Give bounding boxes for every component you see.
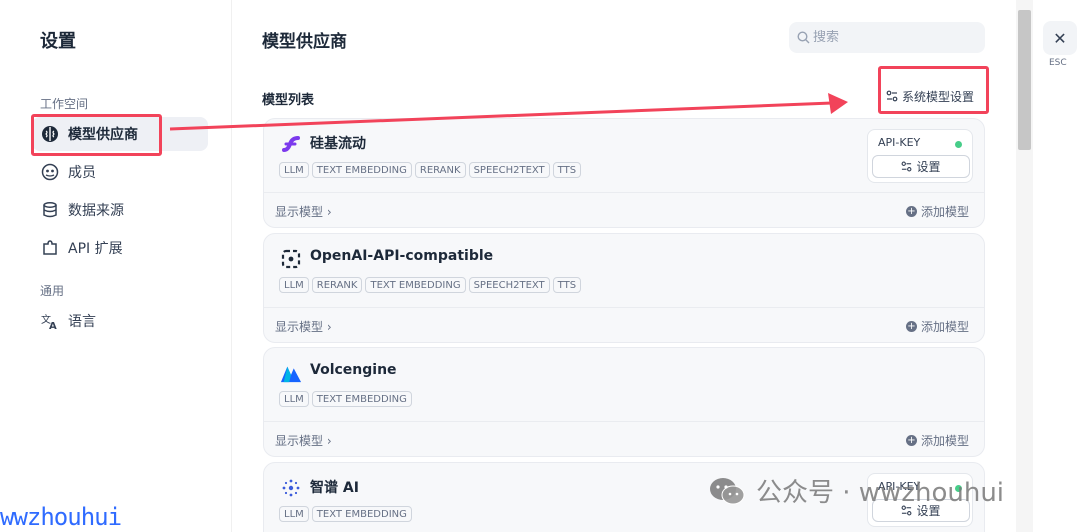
sidebar-item-model-provider[interactable]: 模型供应商 [32, 117, 208, 151]
watermark-right-text: 公众号 · wwzhouhui [756, 478, 1005, 508]
sidebar-item-label: 成员 [68, 165, 96, 181]
puzzle-icon [40, 238, 60, 258]
members-icon [40, 162, 60, 182]
search-box[interactable] [789, 22, 985, 53]
tag: RERANK [311, 277, 363, 293]
zhipu-logo-icon [280, 477, 302, 499]
sliders-icon [901, 161, 912, 172]
show-models-label: 显示模型 [275, 320, 324, 334]
show-models-label: 显示模型 [275, 205, 324, 219]
tag: LLM [279, 162, 309, 178]
system-model-settings-label: 系统模型设置 [902, 89, 975, 104]
chevron-right-icon: › [326, 205, 332, 219]
plus-circle-icon: + [905, 321, 917, 332]
siliconflow-logo-icon [280, 133, 302, 155]
capability-tags: LLM TEXT EMBEDDING [279, 506, 412, 522]
sidebar-item-label: 模型供应商 [68, 127, 138, 143]
tag: RERANK [414, 162, 466, 178]
watermark-right: 公众号 · wwzhouhui [708, 472, 1004, 509]
add-model-button[interactable]: + 添加模型 [905, 318, 969, 335]
sidebar-item-data-source[interactable]: 数据来源 [32, 193, 208, 227]
system-model-settings-button[interactable]: 系统模型设置 [886, 86, 974, 106]
database-icon [40, 200, 60, 220]
add-model-button[interactable]: + 添加模型 [905, 432, 969, 449]
capability-tags: LLM RERANK TEXT EMBEDDING SPEECH2TEXT TT… [279, 277, 582, 293]
tag: SPEECH2TEXT [468, 277, 550, 293]
sidebar-item-language[interactable]: 文A 语言 [32, 304, 208, 338]
sidebar-item-label: API 扩展 [68, 241, 123, 257]
add-model-label: 添加模型 [920, 205, 969, 219]
close-button[interactable]: ✕ [1043, 21, 1077, 55]
show-models-link[interactable]: 显示模型 › [275, 432, 332, 449]
sidebar: 设置 工作空间 模型供应商 成员 数据来源 API 扩展 通用 文 A 语言 [0, 0, 232, 532]
sidebar-group-general: 通用 [40, 284, 65, 298]
tag: LLM [279, 391, 309, 407]
provider-name: Volcengine [310, 362, 397, 378]
sliders-icon [886, 90, 898, 102]
settings-window: 设置 工作空间 模型供应商 成员 数据来源 API 扩展 通用 文 A 语言 模… [0, 0, 1080, 532]
wechat-icon [710, 477, 745, 504]
provider-card-openai-compatible: OpenAI-API-compatible LLM RERANK TEXT EM… [263, 233, 985, 343]
tag: TEXT EMBEDDING [311, 506, 412, 522]
sidebar-item-api-extension[interactable]: API 扩展 [32, 231, 208, 265]
chevron-right-icon: › [326, 434, 332, 448]
svg-text:A: A [49, 321, 57, 330]
capability-tags: LLM TEXT EMBEDDING [279, 391, 412, 407]
sidebar-item-label: 数据来源 [68, 203, 124, 219]
tag: TEXT EMBEDDING [311, 391, 412, 407]
provider-card-volcengine: Volcengine LLM TEXT EMBEDDING 显示模型 › + 添加… [263, 347, 985, 457]
scrollbar-thumb[interactable] [1018, 10, 1031, 150]
tag: TTS [552, 277, 582, 293]
close-icon: ✕ [1053, 28, 1067, 48]
provider-name: 智谱 AI [310, 480, 359, 496]
watermark-left: wwzhouhui [0, 503, 122, 531]
volcengine-logo-icon [280, 362, 302, 384]
settings-label: 设置 [916, 160, 941, 174]
api-key-label: API-KEY [878, 136, 921, 149]
sidebar-item-label: 语言 [68, 314, 96, 330]
tag: LLM [279, 277, 309, 293]
api-key-panel: API-KEY 设置 [867, 129, 973, 183]
show-models-link[interactable]: 显示模型 › [275, 203, 332, 220]
sidebar-group-workspace: 工作空间 [40, 97, 89, 111]
tag: SPEECH2TEXT [468, 162, 550, 178]
chevron-right-icon: › [326, 320, 332, 334]
provider-settings-button[interactable]: 设置 [872, 155, 970, 178]
esc-hint: ESC [1049, 58, 1067, 68]
show-models-link[interactable]: 显示模型 › [275, 318, 332, 335]
plus-circle-icon: + [905, 435, 917, 446]
tag: TEXT EMBEDDING [365, 277, 466, 293]
tag: TTS [552, 162, 582, 178]
provider-name: OpenAI-API-compatible [310, 248, 494, 264]
tag: LLM [279, 506, 309, 522]
section-title: 模型列表 [262, 93, 315, 108]
add-model-label: 添加模型 [920, 320, 969, 334]
show-models-label: 显示模型 [275, 434, 324, 448]
sidebar-item-members[interactable]: 成员 [32, 155, 208, 189]
add-model-button[interactable]: + 添加模型 [905, 203, 969, 220]
add-model-label: 添加模型 [920, 434, 969, 448]
search-icon [797, 31, 810, 44]
capability-tags: LLM TEXT EMBEDDING RERANK SPEECH2TEXT TT… [279, 162, 582, 178]
search-input[interactable] [813, 30, 973, 45]
tag: TEXT EMBEDDING [311, 162, 412, 178]
plus-circle-icon: + [905, 206, 917, 217]
translate-icon: 文A [40, 311, 60, 331]
sidebar-title: 设置 [40, 31, 76, 52]
page-title: 模型供应商 [262, 32, 347, 52]
provider-card-siliconflow: 硅基流动 LLM TEXT EMBEDDING RERANK SPEECH2TE… [263, 118, 985, 228]
brain-icon [40, 124, 60, 144]
status-dot [955, 141, 962, 148]
main-panel: 模型供应商 模型列表 系统模型设置 硅基流动 LLM [232, 0, 1016, 532]
provider-name: 硅基流动 [310, 136, 366, 152]
openai-compatible-logo-icon [280, 248, 302, 270]
